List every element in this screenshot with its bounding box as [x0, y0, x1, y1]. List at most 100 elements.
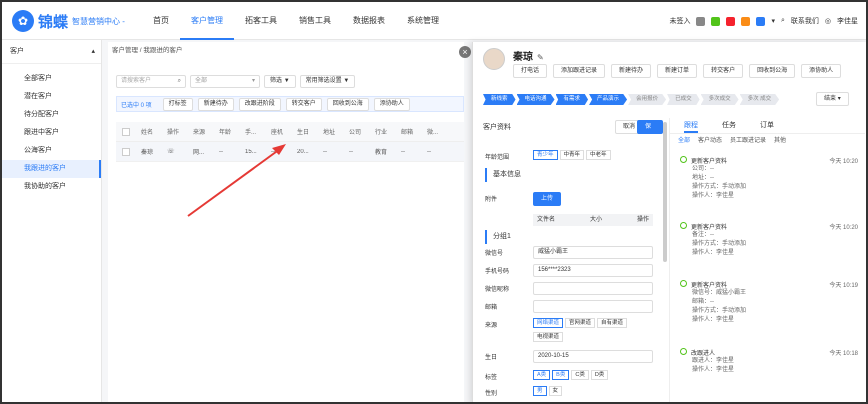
age-tag-youth[interactable]: 青少年 — [533, 150, 558, 160]
col-phone[interactable]: 手... — [242, 127, 268, 136]
subtab-dynamic[interactable]: 客户动态 — [698, 134, 722, 148]
nav-sales-tools[interactable]: 销售工具 — [288, 2, 342, 40]
sidebar-item-potential[interactable]: 潜在客户 — [2, 88, 101, 106]
col-email[interactable]: 邮箱 — [398, 127, 424, 136]
sidebar-item-public[interactable]: 公海客户 — [2, 142, 101, 160]
recycle-button[interactable]: 回收到公海 — [749, 64, 796, 78]
user-name[interactable]: 李佳星 — [837, 16, 858, 26]
gender-female[interactable]: 女 — [548, 386, 563, 396]
app-icon[interactable] — [741, 16, 751, 26]
tag-d[interactable]: D类 — [590, 370, 609, 380]
tab-tasks[interactable]: 任务 — [722, 118, 736, 133]
col-source[interactable]: 来源 — [190, 127, 216, 136]
add-assistant-button[interactable]: 添协助人 — [373, 97, 410, 111]
tab-orders[interactable]: 订单 — [760, 118, 774, 133]
sidebar-item-mine[interactable]: 我跟进的客户 — [2, 160, 101, 178]
sidebar-item-assist[interactable]: 我协助的客户 — [2, 178, 101, 196]
filter-button[interactable]: 筛选 ▼ — [264, 75, 296, 88]
source-tag-own[interactable]: 自有渠道 — [597, 318, 628, 328]
stage-5[interactable]: 已成交 — [667, 94, 700, 105]
call-button[interactable]: 打电话 — [513, 64, 548, 78]
subtab-staff[interactable]: 员工跟进记录 — [730, 134, 766, 148]
birthday-field[interactable]: 2020-10-15 — [533, 350, 653, 363]
wechat-field[interactable]: 威猛小霸王 — [533, 246, 653, 259]
phone-icon[interactable]: ☏ — [164, 148, 190, 155]
upload-button[interactable]: 上传 — [533, 192, 562, 206]
all-select[interactable]: 全部 ▾ — [190, 75, 260, 88]
col-age[interactable]: 年龄 — [216, 127, 242, 136]
col-address[interactable]: 地址 — [320, 127, 346, 136]
gender-male[interactable]: 男 — [533, 386, 547, 396]
settings-icon[interactable] — [696, 16, 706, 26]
row-checkbox[interactable] — [122, 147, 130, 156]
pencil-icon[interactable]: ✎ — [537, 53, 544, 62]
col-wechat[interactable]: 微... — [424, 127, 450, 136]
search-icon[interactable]: ⌕ — [781, 17, 785, 25]
new-todo-button[interactable]: 新建待办 — [197, 97, 234, 111]
stage-2[interactable]: 有需求 — [555, 94, 589, 105]
source-tag-site[interactable]: 官网渠道 — [565, 318, 596, 328]
stage-6[interactable]: 多次成交 — [700, 94, 739, 105]
transfer-button[interactable]: 转交客户 — [285, 97, 322, 111]
age-tag-middle[interactable]: 中青年 — [559, 150, 585, 160]
sidebar-item-unassigned[interactable]: 待分配客户 — [2, 106, 101, 124]
nav-home[interactable]: 首页 — [142, 2, 180, 40]
alert-icon[interactable] — [726, 16, 736, 26]
nickname-field[interactable] — [533, 282, 653, 295]
tag-c[interactable]: C类 — [571, 370, 589, 380]
tag-button[interactable]: 打标签 — [162, 97, 193, 111]
sidebar-item-all[interactable]: 全部客户 — [2, 70, 101, 88]
cell-name[interactable]: 秦琼 — [138, 147, 164, 156]
transfer-button[interactable]: 转交客户 — [703, 64, 744, 78]
user-avatar-icon[interactable]: ◎ — [825, 17, 831, 25]
recycle-button[interactable]: 回收到公海 — [326, 97, 369, 111]
add-assistant-button[interactable]: 添协助人 — [801, 64, 842, 78]
stage-1[interactable]: 电话沟通 — [516, 94, 555, 105]
add-follow-button[interactable]: 添加跟进记录 — [553, 64, 606, 78]
stage-3[interactable]: 产品演示 — [589, 94, 628, 105]
source-tag-net[interactable]: 网络渠道 — [533, 318, 564, 328]
message-icon[interactable] — [756, 16, 766, 26]
search-input[interactable]: 请搜索客户 ⌕ — [116, 75, 186, 88]
subtab-other[interactable]: 其他 — [774, 134, 786, 148]
wechat-icon[interactable] — [711, 16, 721, 26]
contact-link[interactable]: 联系我们 — [791, 16, 819, 26]
email-field[interactable] — [533, 300, 653, 313]
col-landline[interactable]: 座机 — [268, 127, 294, 136]
signin-status[interactable]: 未签入 — [669, 16, 690, 26]
chevron-down-icon[interactable]: ▾ — [771, 17, 775, 25]
age-tag-senior[interactable]: 中老年 — [586, 150, 611, 160]
col-birthday[interactable]: 生日 — [294, 127, 320, 136]
new-order-button[interactable]: 新建订单 — [657, 64, 698, 78]
sidebar-item-following[interactable]: 跟进中客户 — [2, 124, 101, 142]
end-dropdown[interactable]: 结束 ▾ — [816, 92, 849, 106]
nav-prospect[interactable]: 拓客工具 — [234, 2, 288, 40]
sidebar-header[interactable]: 客户 ▴ — [2, 40, 101, 64]
tag-a[interactable]: A类 — [533, 370, 551, 380]
tag-b[interactable]: B类 — [552, 370, 570, 380]
nav-reports[interactable]: 数据报表 — [342, 2, 396, 40]
col-company[interactable]: 公司 — [346, 127, 372, 136]
nav-system[interactable]: 系统管理 — [396, 2, 450, 40]
select-all-checkbox[interactable] — [122, 127, 130, 136]
new-todo-button[interactable]: 新建待办 — [611, 64, 652, 78]
change-stage-button[interactable]: 改跟进阶段 — [238, 97, 281, 111]
col-industry[interactable]: 行业 — [372, 127, 398, 136]
phone-field[interactable]: 156****2323 — [533, 264, 653, 277]
nickname-label: 微信昵称 — [485, 287, 510, 293]
tab-process[interactable]: 跟程 — [684, 118, 698, 133]
breadcrumb-root[interactable]: 客户管理 — [112, 47, 138, 54]
stage-0[interactable]: 新线索 — [483, 94, 516, 105]
stage-4[interactable]: 会用报价 — [628, 94, 667, 105]
stage-7[interactable]: 多次 成交 — [739, 94, 780, 105]
nav-customers[interactable]: 客户管理 — [180, 2, 234, 40]
col-name[interactable]: 姓名 — [138, 127, 164, 136]
save-button[interactable]: 保存 — [637, 120, 663, 142]
subtab-all[interactable]: 全部 — [678, 134, 690, 148]
table-row[interactable]: 秦琼 ☏ 网... -- 15... -- 20... -- -- 教育 -- … — [116, 142, 464, 162]
source-tag-tv[interactable]: 电视渠道 — [533, 332, 564, 342]
common-filter-button[interactable]: 常用筛选设置 ▼ — [299, 75, 356, 88]
logo[interactable]: ✿ 锦蝶 智慧营销中心 - — [12, 10, 125, 32]
close-icon[interactable]: × — [459, 46, 471, 58]
form-scrollbar[interactable] — [663, 122, 667, 262]
